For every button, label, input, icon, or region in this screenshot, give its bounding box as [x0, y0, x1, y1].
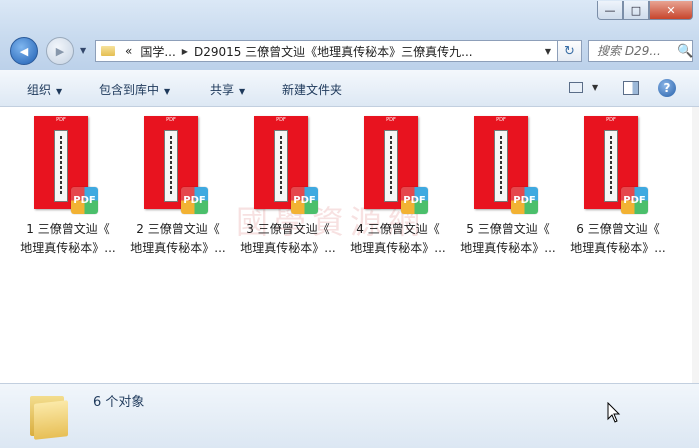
include-in-library-menu[interactable]: 包含到库中 ▼	[99, 81, 170, 98]
search-box[interactable]: 🔍	[588, 40, 693, 62]
thumb-tag: PDF	[606, 117, 616, 123]
recent-pages-dropdown[interactable]: ▼	[80, 46, 86, 55]
address-bar[interactable]: « 国学... ▶ D29015 三僚曾文辿《地理真传秘本》三僚真传九... ▼	[95, 40, 558, 62]
chevron-down-icon: ▼	[56, 87, 63, 96]
help-icon[interactable]: ?	[658, 79, 676, 97]
mouse-cursor-icon	[607, 402, 621, 423]
address-dropdown-button[interactable]: ▼	[545, 47, 551, 56]
title-strip	[164, 130, 178, 202]
maximize-button[interactable]: □	[623, 1, 649, 20]
file-name: 1 三僚曾文辿《 地理真传秘本》...	[14, 220, 122, 258]
share-label: 共享	[210, 83, 235, 97]
folder-icon	[101, 46, 115, 56]
thumb-tag: PDF	[276, 117, 286, 123]
file-name-line1: 4 三僚曾文辿《	[356, 222, 440, 236]
pdf-icon: PDF	[621, 187, 648, 214]
pdf-icon: PDF	[71, 187, 98, 214]
file-name-line2: 地理真传秘本》...	[130, 241, 226, 255]
file-name-line2: 地理真传秘本》...	[20, 241, 116, 255]
file-name-line1: 5 三僚曾文辿《	[466, 222, 550, 236]
object-count: 6 个对象	[93, 395, 145, 410]
thumb-tag: PDF	[496, 117, 506, 123]
file-name-line2: 地理真传秘本》...	[460, 241, 556, 255]
pdf-icon: PDF	[181, 187, 208, 214]
change-view-icon[interactable]	[569, 82, 583, 93]
breadcrumb-separator-icon[interactable]: ▶	[182, 47, 188, 56]
file-name: 3 三僚曾文辿《 地理真传秘本》...	[234, 220, 342, 258]
share-menu[interactable]: 共享 ▼	[210, 81, 245, 98]
file-name-line2: 地理真传秘本》...	[570, 241, 666, 255]
view-options-dropdown[interactable]: ▼	[592, 83, 598, 92]
pdf-icon: PDF	[401, 187, 428, 214]
thumb-tag: PDF	[166, 117, 176, 123]
chevron-down-icon: ▼	[164, 87, 171, 96]
file-name-line1: 6 三僚曾文辿《	[576, 222, 660, 236]
address-overflow-button[interactable]: «	[125, 44, 132, 58]
search-input[interactable]	[595, 43, 677, 59]
breadcrumb-current-folder[interactable]: D29015 三僚曾文辿《地理真传秘本》三僚真传九...	[194, 43, 473, 60]
file-name-line1: 3 三僚曾文辿《	[246, 222, 330, 236]
search-icon[interactable]: 🔍	[677, 44, 693, 59]
title-bar: — □ ✕	[0, 0, 699, 36]
file-name-line2: 地理真传秘本》...	[350, 241, 446, 255]
breadcrumb-guoxue[interactable]: 国学...	[140, 43, 175, 60]
command-bar: 组织 ▼ 包含到库中 ▼ 共享 ▼ 新建文件夹 ▼ ?	[0, 70, 699, 107]
back-button[interactable]: ◀	[10, 37, 38, 65]
file-name-line2: 地理真传秘本》...	[240, 241, 336, 255]
title-strip	[604, 130, 618, 202]
file-name: 4 三僚曾文辿《 地理真传秘本》...	[344, 220, 452, 258]
chevron-down-icon: ▼	[239, 87, 246, 96]
title-strip	[384, 130, 398, 202]
file-name-line1: 1 三僚曾文辿《	[26, 222, 110, 236]
title-strip	[54, 130, 68, 202]
back-arrow-icon: ◀	[19, 44, 29, 58]
minimize-button[interactable]: —	[597, 1, 623, 20]
title-strip	[274, 130, 288, 202]
refresh-icon: ↻	[564, 43, 575, 59]
title-strip	[494, 130, 508, 202]
preview-pane-icon[interactable]	[623, 81, 639, 95]
details-pane: 6 个对象	[0, 383, 699, 448]
file-name: 6 三僚曾文辿《 地理真传秘本》...	[564, 220, 672, 258]
window-controls: — □ ✕	[597, 1, 693, 20]
pdf-icon: PDF	[511, 187, 538, 214]
include-in-library-label: 包含到库中	[99, 83, 160, 97]
close-button[interactable]: ✕	[649, 1, 693, 20]
file-name-line1: 2 三僚曾文辿《	[136, 222, 220, 236]
vertical-scrollbar[interactable]	[692, 107, 699, 383]
organize-label: 组织	[27, 83, 52, 97]
folder-icon	[28, 394, 70, 440]
forward-arrow-icon: ▶	[55, 44, 65, 58]
new-folder-button[interactable]: 新建文件夹	[282, 81, 342, 98]
file-name: 5 三僚曾文辿《 地理真传秘本》...	[454, 220, 562, 258]
thumb-tag: PDF	[56, 117, 66, 123]
thumb-tag: PDF	[386, 117, 396, 123]
navigation-bar: ◀ ▶ ▼ « 国学... ▶ D29015 三僚曾文辿《地理真传秘本》三僚真传…	[0, 36, 699, 70]
refresh-button[interactable]: ↻	[558, 40, 582, 62]
pdf-icon: PDF	[291, 187, 318, 214]
file-name: 2 三僚曾文辿《 地理真传秘本》...	[124, 220, 232, 258]
organize-menu[interactable]: 组织 ▼	[27, 81, 62, 98]
forward-button[interactable]: ▶	[46, 37, 74, 65]
